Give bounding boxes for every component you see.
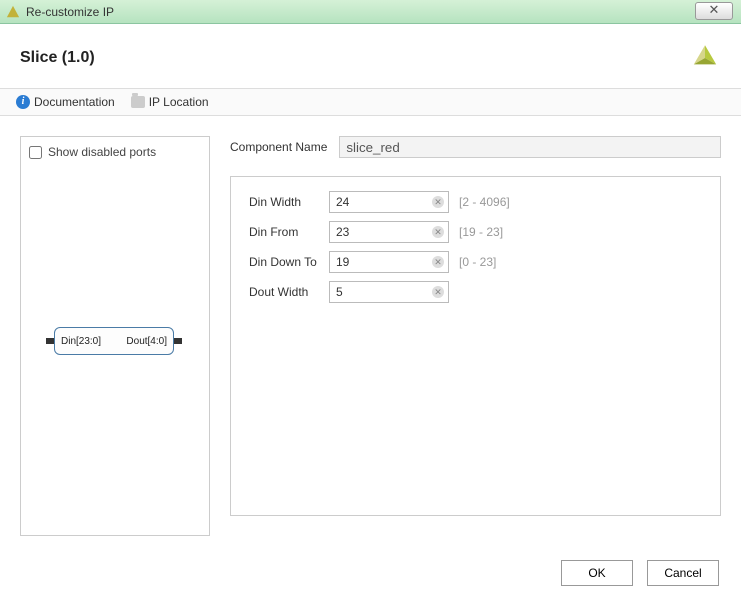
ok-button[interactable]: OK xyxy=(561,560,633,586)
show-disabled-ports-label: Show disabled ports xyxy=(48,145,156,159)
component-name-label: Component Name xyxy=(230,140,327,154)
content-area: Show disabled ports Din[23:0] Dout[4:0] … xyxy=(0,116,741,556)
folder-icon xyxy=(131,96,145,108)
range-hint: [0 - 23] xyxy=(459,255,496,269)
din-down-to-input[interactable] xyxy=(330,252,448,272)
dout-width-input[interactable] xyxy=(330,282,448,302)
page-title: Slice (1.0) xyxy=(20,49,95,67)
param-label: Din Down To xyxy=(249,255,329,269)
port-marker-left xyxy=(46,338,54,344)
vivado-logo-icon xyxy=(689,42,721,74)
range-hint: [2 - 4096] xyxy=(459,195,510,209)
clear-icon[interactable]: ✕ xyxy=(432,226,444,238)
din-width-input-wrap: ✕ xyxy=(329,191,449,213)
block-diagram: Din[23:0] Dout[4:0] xyxy=(49,327,179,355)
din-down-to-input-wrap: ✕ xyxy=(329,251,449,273)
dout-port-label: Dout[4:0] xyxy=(126,336,167,347)
port-marker-right xyxy=(174,338,182,344)
param-label: Din Width xyxy=(249,195,329,209)
title-bar: Re-customize IP ✕ xyxy=(0,0,741,24)
param-row-din-down-to: Din Down To ✕ [0 - 23] xyxy=(249,251,702,273)
param-row-din-width: Din Width ✕ [2 - 4096] xyxy=(249,191,702,213)
right-panel: Component Name Din Width ✕ [2 - 4096] Di… xyxy=(230,136,721,536)
din-port-label: Din[23:0] xyxy=(61,336,101,347)
window-title: Re-customize IP xyxy=(26,5,114,19)
din-width-input[interactable] xyxy=(330,192,448,212)
ip-location-link[interactable]: IP Location xyxy=(131,95,209,109)
info-icon: i xyxy=(16,95,30,109)
din-from-input-wrap: ✕ xyxy=(329,221,449,243)
clear-icon[interactable]: ✕ xyxy=(432,196,444,208)
param-row-dout-width: Dout Width ✕ xyxy=(249,281,702,303)
show-disabled-ports-checkbox[interactable]: Show disabled ports xyxy=(29,145,201,159)
ip-location-label: IP Location xyxy=(149,95,209,109)
component-name-row: Component Name xyxy=(230,136,721,158)
clear-icon[interactable]: ✕ xyxy=(432,256,444,268)
param-label: Dout Width xyxy=(249,285,329,299)
close-button[interactable]: ✕ xyxy=(695,2,733,20)
clear-icon[interactable]: ✕ xyxy=(432,286,444,298)
app-icon xyxy=(6,5,20,19)
documentation-label: Documentation xyxy=(34,95,115,109)
show-disabled-ports-input[interactable] xyxy=(29,146,42,159)
param-label: Din From xyxy=(249,225,329,239)
dialog-header: Slice (1.0) xyxy=(0,24,741,88)
din-from-input[interactable] xyxy=(330,222,448,242)
cancel-button[interactable]: Cancel xyxy=(647,560,719,586)
preview-panel: Show disabled ports Din[23:0] Dout[4:0] xyxy=(20,136,210,536)
documentation-link[interactable]: i Documentation xyxy=(16,95,115,109)
component-name-input[interactable] xyxy=(339,136,721,158)
parameters-box: Din Width ✕ [2 - 4096] Din From ✕ [19 - … xyxy=(230,176,721,516)
toolbar: i Documentation IP Location xyxy=(0,88,741,116)
slice-block: Din[23:0] Dout[4:0] xyxy=(54,327,174,355)
param-row-din-from: Din From ✕ [19 - 23] xyxy=(249,221,702,243)
dialog-footer: OK Cancel xyxy=(561,560,719,586)
range-hint: [19 - 23] xyxy=(459,225,503,239)
dout-width-input-wrap: ✕ xyxy=(329,281,449,303)
